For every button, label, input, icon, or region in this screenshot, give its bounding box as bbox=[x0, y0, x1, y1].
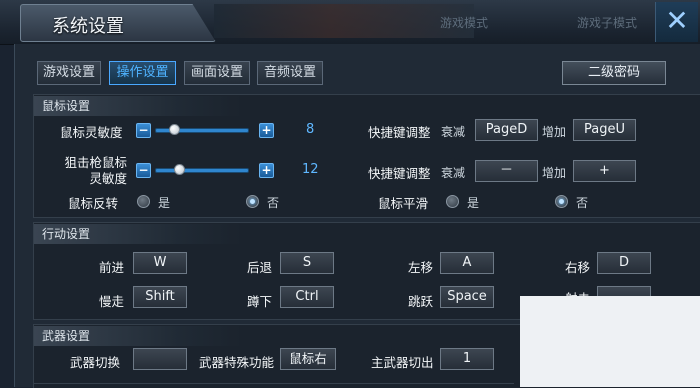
weapon-switch-key[interactable] bbox=[133, 348, 187, 370]
invert-yes-label: 是 bbox=[158, 196, 171, 210]
sensitivity-increase-button[interactable]: + bbox=[259, 123, 274, 138]
sniper-sensitivity-label-line2: 灵敏度 bbox=[89, 171, 127, 186]
window-title: 系统设置 bbox=[52, 16, 124, 37]
tab-display-settings[interactable]: 画面设置 bbox=[184, 61, 250, 85]
primary-weapon-label: 主武器切出 bbox=[371, 355, 434, 370]
crouch-label: 蹲下 bbox=[246, 294, 272, 309]
tab-game-settings[interactable]: 游戏设置 bbox=[37, 61, 101, 85]
sniper-increase-button[interactable]: + bbox=[259, 163, 274, 178]
mouse-sensitivity-label: 鼠标灵敏度 bbox=[60, 125, 123, 140]
sensitivity-increase-key[interactable]: PageU bbox=[573, 119, 636, 141]
sensitivity-decrease-button[interactable]: − bbox=[136, 123, 151, 138]
weapon-switch-label: 武器切换 bbox=[70, 355, 121, 370]
shortcut-adjust-label: 快捷键调整 bbox=[368, 125, 431, 140]
smooth-yes-label: 是 bbox=[467, 196, 480, 210]
walk-key[interactable]: Shift bbox=[133, 286, 187, 308]
tab-audio-settings[interactable]: 音频设置 bbox=[257, 61, 323, 85]
sniper-decrease-button[interactable]: − bbox=[136, 163, 151, 178]
increase-label-2: 增加 bbox=[542, 166, 567, 180]
increase-label: 增加 bbox=[542, 125, 567, 139]
game-submode-label: 游戏子模式 bbox=[577, 16, 638, 30]
next-row-edge bbox=[34, 383, 514, 384]
back-label: 后退 bbox=[246, 260, 272, 275]
sniper-slider-track[interactable] bbox=[155, 168, 249, 173]
forward-key[interactable]: W bbox=[133, 252, 187, 274]
overlay-region bbox=[520, 296, 700, 387]
right-key[interactable]: D bbox=[597, 252, 651, 274]
background-artwork bbox=[214, 4, 474, 38]
primary-weapon-key[interactable]: 1 bbox=[440, 348, 494, 370]
movement-settings-header: 行动设置 bbox=[34, 224, 242, 244]
secondary-password-button[interactable]: 二级密码 bbox=[562, 61, 666, 85]
decrease-label: 衰减 bbox=[441, 125, 466, 139]
smooth-yes-radio[interactable] bbox=[446, 195, 459, 208]
back-key[interactable]: S bbox=[280, 252, 334, 274]
tab-control-settings[interactable]: 操作设置 bbox=[109, 61, 176, 85]
crouch-key[interactable]: Ctrl bbox=[280, 286, 334, 308]
left-key[interactable]: A bbox=[440, 252, 494, 274]
sniper-sensitivity-value: 12 bbox=[302, 162, 319, 177]
walk-label: 慢走 bbox=[98, 294, 124, 309]
sensitivity-value: 8 bbox=[306, 122, 315, 137]
decrease-label-2: 衰减 bbox=[441, 166, 466, 180]
invert-yes-radio[interactable] bbox=[137, 195, 150, 208]
left-label: 左移 bbox=[407, 260, 433, 275]
sniper-decrease-key[interactable]: － bbox=[475, 160, 538, 182]
sniper-slider-handle[interactable] bbox=[174, 164, 186, 175]
game-mode-label: 游戏模式 bbox=[440, 16, 489, 30]
smooth-no-radio[interactable] bbox=[555, 195, 568, 208]
close-icon: ✕ bbox=[665, 4, 689, 37]
jump-label: 跳跃 bbox=[407, 294, 433, 309]
mouse-smooth-label: 鼠标平滑 bbox=[378, 196, 429, 211]
weapon-settings-header: 武器设置 bbox=[34, 326, 242, 346]
jump-key[interactable]: Space bbox=[440, 286, 494, 308]
smooth-no-label: 否 bbox=[576, 196, 589, 210]
close-button[interactable]: ✕ bbox=[655, 2, 698, 42]
shortcut-adjust-label-2: 快捷键调整 bbox=[368, 166, 431, 181]
invert-no-radio[interactable] bbox=[246, 195, 259, 208]
weapon-special-label: 武器特殊功能 bbox=[199, 355, 275, 370]
weapon-special-key[interactable]: 鼠标右 bbox=[280, 348, 336, 370]
invert-no-label: 否 bbox=[267, 196, 280, 210]
sniper-increase-key[interactable]: + bbox=[573, 160, 636, 182]
right-label: 右移 bbox=[564, 260, 590, 275]
mouse-invert-label: 鼠标反转 bbox=[68, 196, 119, 211]
sensitivity-decrease-key[interactable]: PageD bbox=[475, 119, 538, 141]
forward-label: 前进 bbox=[98, 260, 124, 275]
mouse-settings-header: 鼠标设置 bbox=[34, 96, 242, 116]
